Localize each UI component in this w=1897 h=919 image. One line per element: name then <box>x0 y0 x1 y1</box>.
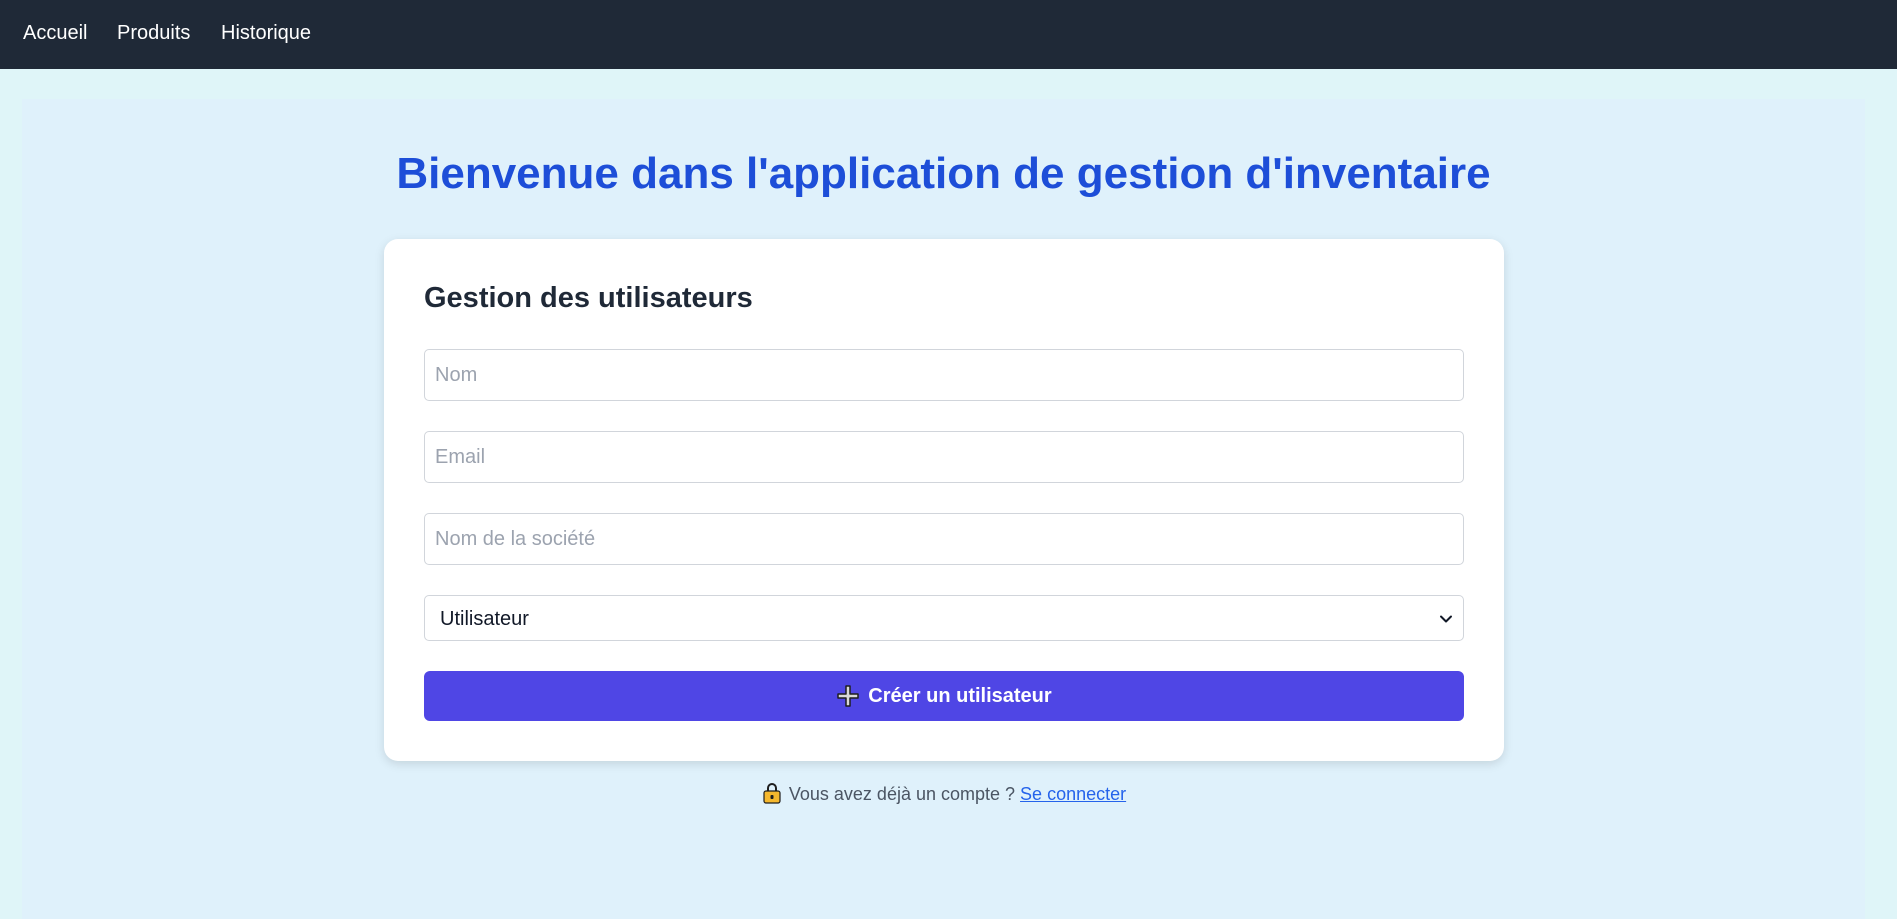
card-title: Gestion des utilisateurs <box>424 282 753 314</box>
name-input[interactable] <box>424 349 1464 401</box>
role-select-value: Utilisateur <box>440 608 529 630</box>
create-user-button-label: Créer un utilisateur <box>868 684 1052 707</box>
top-navbar: Accueil Produits Historique <box>0 0 1897 69</box>
company-name-input[interactable] <box>424 513 1464 565</box>
login-prompt: Vous avez déjà un compte ? Se connecter <box>0 782 1887 806</box>
create-user-button[interactable]: Créer un utilisateur <box>424 671 1464 721</box>
plus-icon <box>837 685 860 707</box>
page-title: Bienvenue dans l'application de gestion … <box>396 149 1491 198</box>
role-select[interactable]: Utilisateur <box>424 595 1464 641</box>
chevron-down-icon <box>1440 615 1452 623</box>
login-prompt-text: Vous avez déjà un compte ? <box>788 784 1016 804</box>
login-link[interactable]: Se connecter <box>1020 784 1126 804</box>
user-management-card: Gestion des utilisateurs Utilisateur Cré… <box>384 239 1504 761</box>
nav-link-accueil[interactable]: Accueil <box>23 22 87 45</box>
nav-link-produits[interactable]: Produits <box>117 22 190 45</box>
lock-icon <box>763 783 781 804</box>
nav-link-historique[interactable]: Historique <box>221 22 311 45</box>
email-input[interactable] <box>424 431 1464 483</box>
